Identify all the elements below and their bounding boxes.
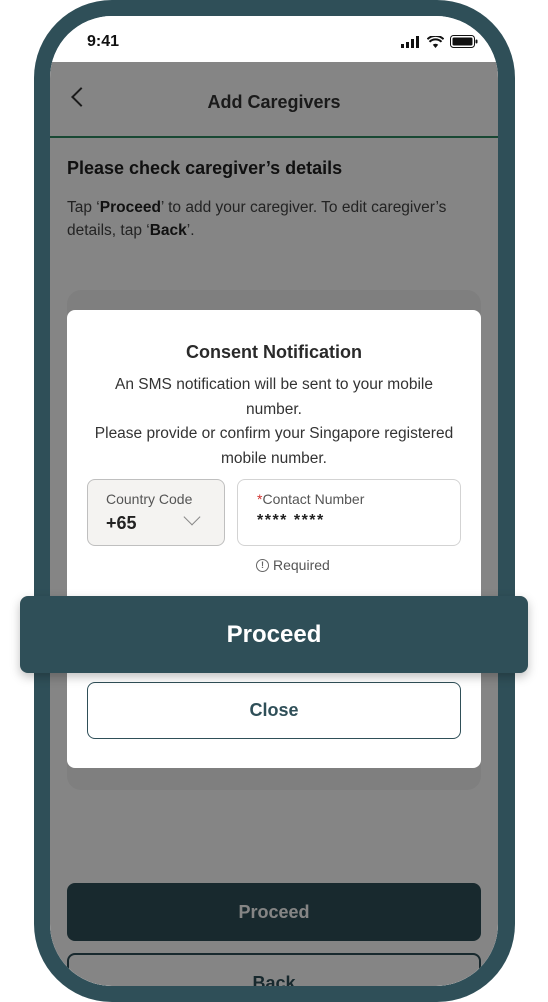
contact-number-label: *Contact Number [257,491,364,507]
contact-number-label-text: Contact Number [262,491,365,507]
country-code-label: Country Code [106,491,193,507]
modal-text-line1: An SMS notification will be sent to your… [115,376,433,418]
modal-title: Consent Notification [186,342,362,362]
modal-text: An SMS notification will be sent to your… [87,373,461,471]
contact-number-value: **** **** [257,512,325,529]
contact-number-field[interactable]: *Contact Number **** **** [237,479,461,546]
signal-icon [401,35,419,48]
country-code-value: +65 [106,513,137,533]
close-button[interactable]: Close [87,682,461,739]
status-icons [401,35,478,48]
wifi-icon [427,35,444,48]
battery-icon [450,35,478,48]
info-circle-icon: ! [256,558,269,572]
status-time: 9:41 [87,33,120,50]
consent-modal: Consent Notification An SMS notification… [67,310,481,768]
status-bar: 9:41 [50,16,498,62]
proceed-banner-button[interactable]: Proceed [20,596,528,673]
required-hint-text: Required [273,557,330,573]
chevron-down-icon [183,508,201,526]
modal-text-line2: Please provide or confirm your Singapore… [94,425,454,467]
country-code-select[interactable]: Country Code +65 [87,479,225,546]
required-hint: ! Required [256,557,330,573]
